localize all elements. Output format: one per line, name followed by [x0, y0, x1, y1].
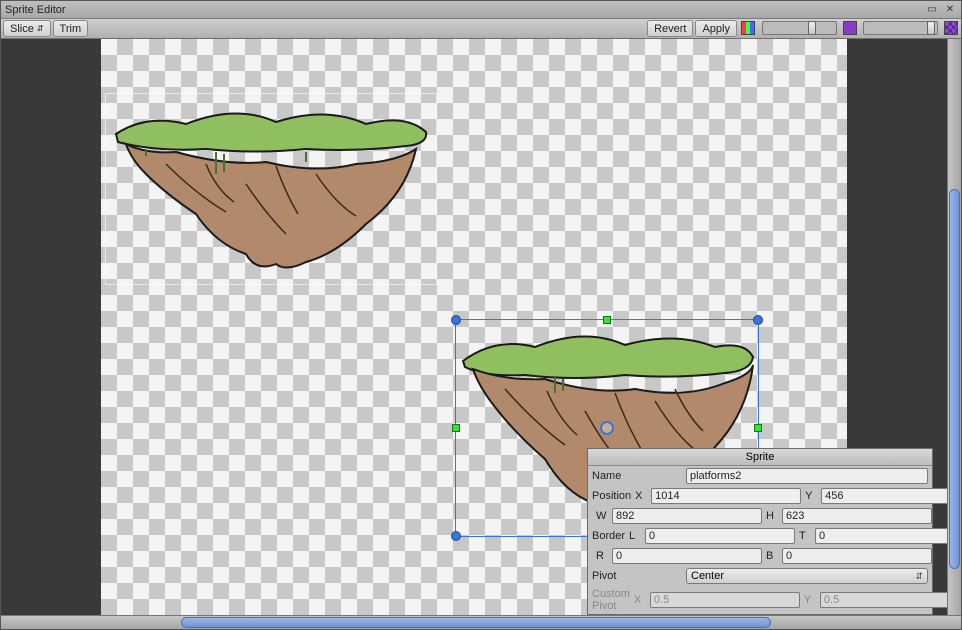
window-title: Sprite Editor	[5, 4, 66, 16]
position-label: Position	[592, 490, 631, 502]
rgb-toggle-icon[interactable]	[741, 21, 755, 35]
custom-y-field	[820, 592, 947, 608]
sprite-viewport[interactable]: Sprite Name Position X Y W H Border	[1, 39, 947, 615]
toolbar: Slice ⇵ Trim Revert Apply	[1, 19, 961, 39]
pos-h-label: H	[766, 510, 780, 522]
handle-bl[interactable]	[451, 531, 461, 541]
trim-button[interactable]: Trim	[53, 20, 89, 37]
revert-button[interactable]: Revert	[647, 20, 693, 37]
custom-x-label: X	[634, 594, 648, 606]
border-b-label: B	[766, 550, 780, 562]
pivot-label: Pivot	[592, 570, 682, 582]
name-field[interactable]	[686, 468, 928, 484]
custom-y-label: Y	[804, 594, 818, 606]
pivot-handle[interactable]	[600, 421, 614, 435]
pos-w-label: W	[596, 510, 610, 522]
slice-label: Slice	[10, 23, 34, 35]
border-t-field[interactable]	[815, 528, 947, 544]
border-handle-l[interactable]	[452, 424, 460, 432]
alpha-swatch-1[interactable]	[843, 21, 857, 35]
border-l-field[interactable]	[645, 528, 795, 544]
apply-button[interactable]: Apply	[695, 20, 737, 37]
slice-button[interactable]: Slice ⇵	[3, 20, 51, 37]
pivot-dropdown[interactable]: Center ⇵	[686, 568, 928, 584]
vscroll-thumb[interactable]	[949, 189, 960, 569]
alpha-slider[interactable]	[863, 21, 938, 35]
border-handle-r[interactable]	[754, 424, 762, 432]
border-l-label: L	[629, 530, 643, 542]
pos-y-field[interactable]	[821, 488, 947, 504]
pos-x-field[interactable]	[651, 488, 801, 504]
title-bar: Sprite Editor ▭ ✕	[1, 1, 961, 19]
zoom-slider[interactable]	[762, 21, 837, 35]
dock-icon[interactable]: ▭	[925, 4, 939, 16]
sprite-platforms1[interactable]	[106, 94, 436, 284]
hscroll-thumb[interactable]	[181, 617, 771, 628]
pos-x-label: X	[635, 490, 649, 502]
border-r-label: R	[596, 550, 610, 562]
pos-w-field[interactable]	[612, 508, 762, 524]
vertical-scrollbar[interactable]	[947, 39, 961, 615]
handle-tl[interactable]	[451, 315, 461, 325]
pos-y-label: Y	[805, 490, 819, 502]
chevron-down-icon: ⇵	[915, 571, 923, 582]
border-r-field[interactable]	[612, 548, 762, 564]
name-label: Name	[592, 470, 682, 482]
close-icon[interactable]: ✕	[943, 4, 957, 16]
alpha-swatch-2[interactable]	[944, 21, 958, 35]
horizontal-scrollbar[interactable]	[1, 615, 961, 629]
border-handle-t[interactable]	[603, 316, 611, 324]
inspector-title: Sprite	[588, 449, 932, 466]
border-b-field[interactable]	[782, 548, 932, 564]
sprite-inspector: Sprite Name Position X Y W H Border	[587, 448, 933, 615]
chevron-down-icon: ⇵	[37, 24, 44, 33]
pos-h-field[interactable]	[782, 508, 932, 524]
border-t-label: T	[799, 530, 813, 542]
pivot-value: Center	[691, 570, 724, 582]
border-label: Border	[592, 530, 625, 542]
custom-pivot-label: Custom Pivot	[592, 588, 630, 612]
handle-tr[interactable]	[753, 315, 763, 325]
custom-x-field	[650, 592, 800, 608]
